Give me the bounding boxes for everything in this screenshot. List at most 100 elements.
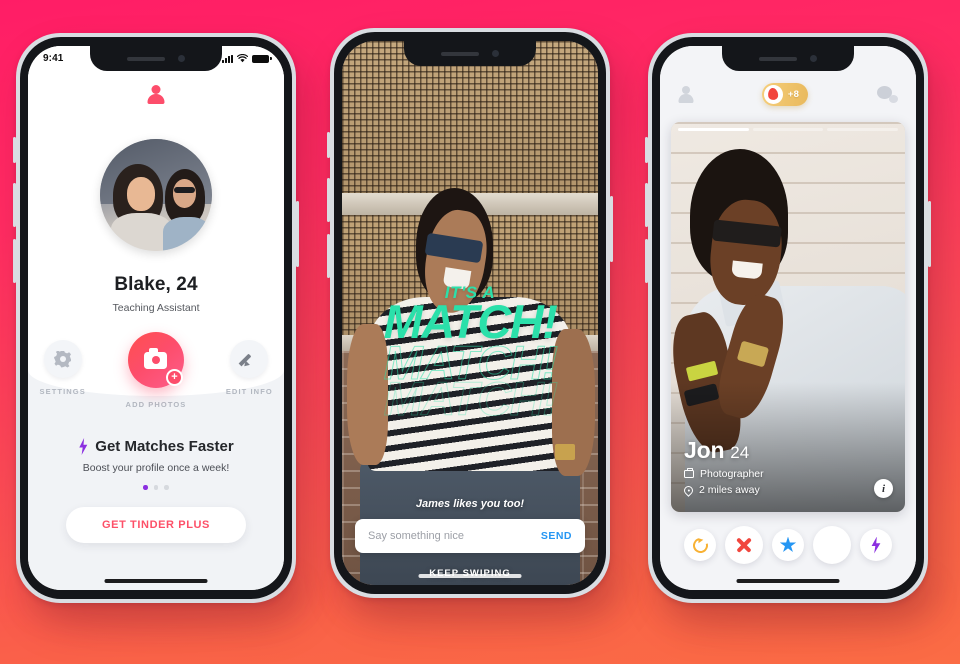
profile-occupation: Teaching Assistant (112, 302, 200, 314)
location-pin-icon (682, 483, 695, 497)
person-icon[interactable] (148, 85, 165, 104)
volume-up-button[interactable] (645, 183, 648, 227)
segment-3[interactable] (827, 128, 899, 131)
segment-2[interactable] (752, 128, 824, 131)
power-button[interactable] (296, 201, 299, 267)
card-occupation: Photographer (700, 468, 764, 480)
gear-icon (54, 351, 71, 368)
add-photos-button[interactable]: + ADD PHOTOS (121, 332, 190, 409)
person-icon[interactable] (678, 86, 693, 103)
tab-discover[interactable] (246, 82, 262, 101)
card-occupation-row: Photographer (684, 467, 764, 480)
chat-bubble-icon[interactable] (876, 85, 898, 103)
like-button[interactable] (813, 526, 851, 564)
send-button[interactable]: SEND (541, 530, 572, 542)
flame-icon (767, 87, 780, 101)
phone-discover: +8 Jon 24 Photographer 2 miles away i (645, 33, 931, 603)
volume-down-button[interactable] (645, 239, 648, 283)
edit-info-circle[interactable] (230, 340, 269, 378)
heart-icon (462, 475, 478, 490)
x-icon (736, 537, 752, 553)
promo-subtitle: Boost your profile once a week! (82, 462, 230, 474)
volume-down-button[interactable] (13, 239, 16, 283)
boost-promo-panel: Get Matches Faster Boost your profile on… (28, 394, 284, 590)
home-indicator[interactable] (736, 579, 840, 583)
dot-1[interactable] (143, 485, 148, 490)
add-photos-label: ADD PHOTOS (125, 400, 187, 409)
status-indicators (222, 54, 272, 63)
rewind-button[interactable] (684, 529, 716, 561)
segment-1[interactable] (678, 128, 749, 131)
avatar-photo (100, 139, 212, 251)
message-input[interactable] (368, 530, 541, 542)
front-camera (492, 50, 499, 57)
earpiece-speaker (759, 56, 797, 61)
settings-label: SETTINGS (39, 387, 86, 396)
promo-title-row: Get Matches Faster (78, 438, 234, 455)
notch (404, 41, 536, 66)
pencil-icon (241, 351, 258, 368)
boost-count: +8 (787, 88, 800, 100)
match-echo-2: MATCH! (383, 372, 558, 426)
settings-button[interactable]: SETTINGS (28, 340, 97, 396)
battery-icon (252, 54, 272, 63)
boost-button[interactable] (860, 529, 892, 561)
nope-button[interactable] (725, 526, 763, 564)
home-indicator[interactable] (104, 579, 208, 583)
power-button[interactable] (610, 196, 613, 262)
home-indicator[interactable] (418, 574, 522, 578)
phone-bezel: Get Matches Faster Boost your profile on… (20, 37, 292, 599)
card-distance: 2 miles away (699, 484, 760, 496)
promo-title: Get Matches Faster (95, 438, 234, 455)
phone-bezel: +8 Jon 24 Photographer 2 miles away i (652, 37, 924, 599)
silent-switch[interactable] (13, 137, 16, 163)
card-info: Jon 24 Photographer 2 miles away (682, 437, 764, 497)
boost-bubble (763, 84, 783, 104)
star-icon (779, 536, 797, 552)
notch (90, 46, 222, 71)
wifi-icon (237, 54, 248, 63)
volume-up-button[interactable] (13, 183, 16, 227)
dot-2[interactable] (153, 485, 159, 490)
discover-action-bar (660, 522, 916, 568)
edit-info-button[interactable]: EDIT INFO (215, 340, 284, 396)
card-name-row: Jon 24 (684, 437, 764, 464)
briefcase-icon (684, 467, 694, 478)
silent-switch[interactable] (645, 137, 648, 163)
match-overlay: IT'S A MATCH! MATCH! MATCH! James likes … (342, 41, 598, 585)
settings-circle[interactable] (43, 340, 82, 378)
super-like-button[interactable] (772, 529, 804, 561)
signal-icon (222, 54, 233, 63)
discover-header: +8 (660, 74, 916, 114)
card-age: 24 (730, 443, 750, 462)
camera-plus-icon (144, 348, 168, 369)
front-camera (178, 55, 185, 62)
rewind-icon (689, 534, 711, 556)
profile-card[interactable]: Jon 24 Photographer 2 miles away i (671, 122, 905, 512)
match-headline: IT'S A MATCH! MATCH! MATCH! (342, 283, 598, 426)
bolt-icon (871, 536, 881, 554)
front-camera (810, 55, 817, 62)
power-button[interactable] (928, 201, 931, 267)
add-photos-circle[interactable]: + (127, 332, 184, 388)
boost-badge[interactable]: +8 (761, 82, 809, 106)
card-distance-row: 2 miles away (682, 483, 764, 497)
phone-match: IT'S A MATCH! MATCH! MATCH! James likes … (327, 28, 613, 598)
volume-down-button[interactable] (327, 234, 330, 278)
phone-bezel: IT'S A MATCH! MATCH! MATCH! James likes … (334, 32, 606, 594)
message-input-row[interactable]: SEND (355, 519, 585, 553)
notch (722, 46, 854, 71)
dot-3[interactable] (164, 485, 169, 490)
photo-progress-segments[interactable] (678, 128, 899, 131)
silent-switch[interactable] (327, 132, 330, 158)
get-tinder-plus-button[interactable]: GET TINDER PLUS (66, 506, 246, 543)
earpiece-speaker (127, 56, 165, 61)
match-caption: James likes you too! (415, 498, 525, 510)
promo-pagination-dots[interactable] (143, 485, 169, 490)
screen-discover: +8 Jon 24 Photographer 2 miles away i (660, 46, 916, 590)
avatar[interactable] (100, 139, 212, 251)
volume-up-button[interactable] (327, 178, 330, 222)
edit-info-label: EDIT INFO (225, 387, 273, 396)
status-time: 9:41 (43, 53, 64, 64)
info-button[interactable]: i (874, 479, 893, 498)
